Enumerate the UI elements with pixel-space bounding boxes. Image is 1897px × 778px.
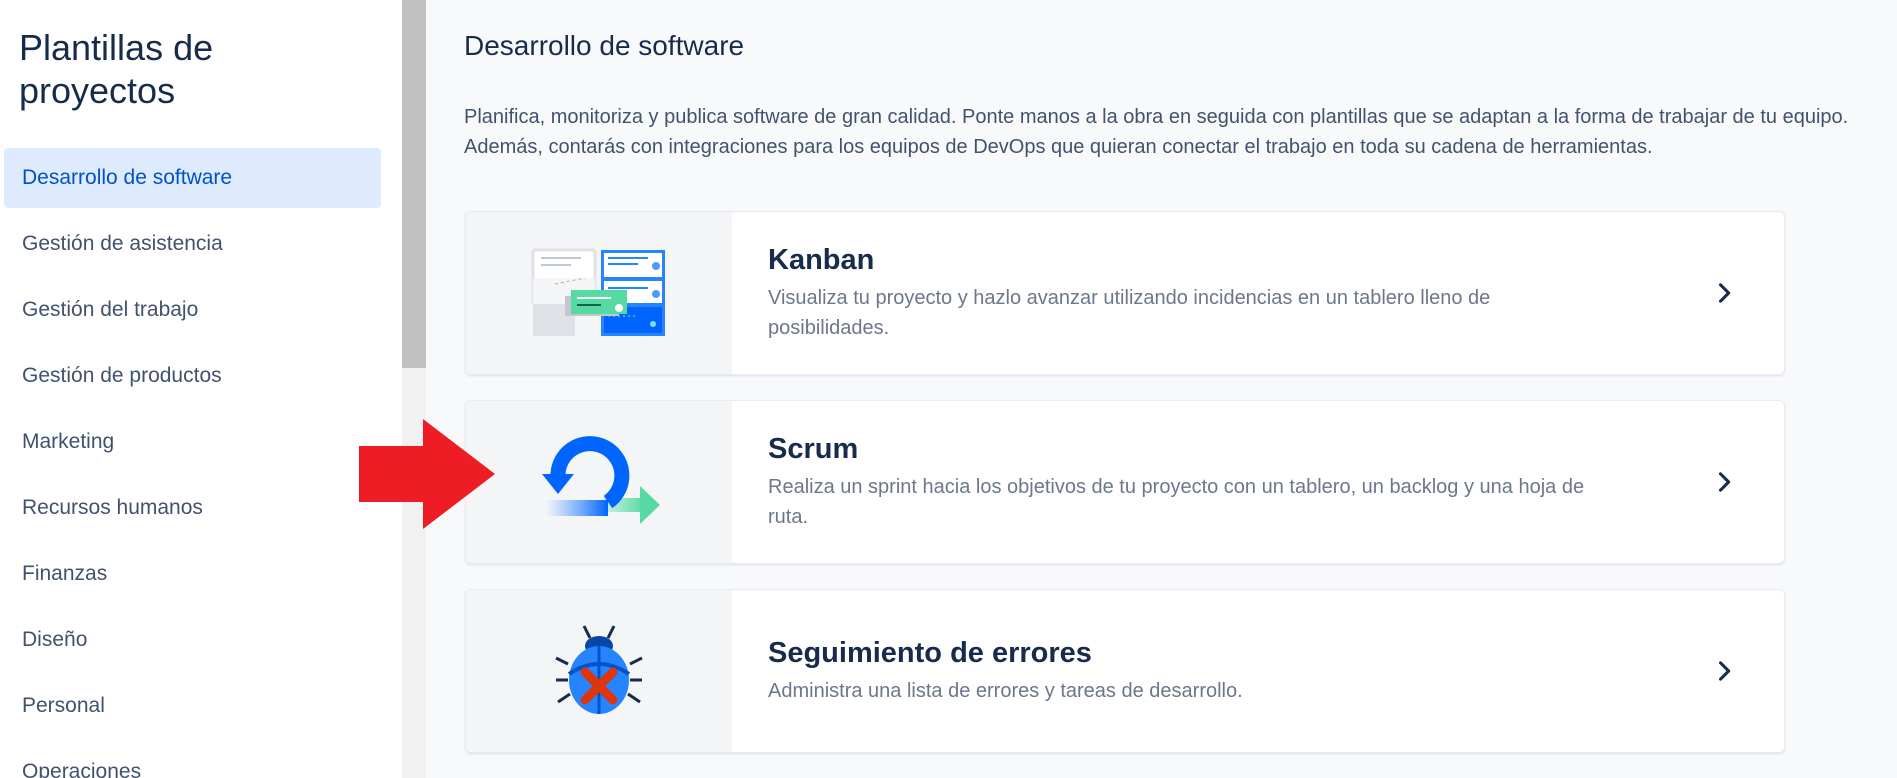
kanban-board-icon [531, 248, 665, 336]
card-title: Scrum [768, 432, 859, 465]
page-title: Desarrollo de software [464, 30, 745, 61]
card-description: Administra una lista de errores y tareas… [768, 679, 1243, 702]
template-card-scrum[interactable]: Scrum Realiza un sprint hacia los objeti… [465, 400, 1785, 564]
project-templates-page: Plantillas de proyectos Desarrollo de so… [0, 0, 1897, 778]
red-arrow-annotation-icon [359, 419, 495, 529]
bug-tracking-icon [555, 625, 643, 714]
card-body: Seguimiento de errores Administra una li… [768, 590, 1664, 752]
sidebar: Plantillas de proyectos Desarrollo de so… [0, 0, 402, 778]
page-description: Planifica, monitoriza y publica software… [464, 106, 1849, 158]
sidebar-item-finanzas[interactable]: Finanzas [4, 544, 381, 604]
sidebar-scrollbar[interactable] [402, 0, 426, 778]
sidebar-item-marketing[interactable]: Marketing [4, 412, 381, 472]
card-title: Seguimiento de errores [768, 636, 1092, 669]
card-title: Kanban [768, 243, 875, 276]
sidebar-item-recursos-humanos[interactable]: Recursos humanos [4, 478, 381, 538]
chevron-right-icon[interactable] [1710, 657, 1738, 685]
sidebar-item-gestion-de-productos[interactable]: Gestión de productos [4, 346, 381, 406]
scrum-cycle-icon [542, 436, 660, 524]
card-description: Realiza un sprint hacia los objetivos de… [768, 475, 1585, 528]
sidebar-item-personal[interactable]: Personal [4, 676, 381, 736]
chevron-right-icon[interactable] [1710, 279, 1738, 307]
sidebar-item-operaciones[interactable]: Operaciones [4, 742, 381, 778]
scrollbar-thumb[interactable] [402, 0, 426, 368]
main-content: Desarrollo de software Planifica, monito… [426, 0, 1897, 778]
template-card-kanban[interactable]: Kanban Visualiza tu proyecto y hazlo ava… [465, 211, 1785, 375]
template-card-seguimiento-de-errores[interactable]: Seguimiento de errores Administra una li… [465, 589, 1785, 753]
card-body: Scrum Realiza un sprint hacia los objeti… [768, 401, 1664, 563]
chevron-right-icon[interactable] [1710, 468, 1738, 496]
card-body: Kanban Visualiza tu proyecto y hazlo ava… [768, 212, 1664, 374]
sidebar-item-gestion-del-trabajo[interactable]: Gestión del trabajo [4, 280, 381, 340]
card-thumbnail [466, 212, 732, 374]
sidebar-item-diseno[interactable]: Diseño [4, 610, 381, 670]
card-thumbnail [466, 590, 732, 752]
sidebar-item-gestion-de-asistencia[interactable]: Gestión de asistencia [4, 214, 381, 274]
sidebar-nav: Desarrollo de software Gestión de asiste… [4, 148, 381, 778]
card-thumbnail [466, 401, 732, 563]
card-description: Visualiza tu proyecto y hazlo avanzar ut… [768, 286, 1491, 339]
sidebar-title: Plantillas de proyectos [19, 27, 214, 111]
sidebar-item-desarrollo-de-software[interactable]: Desarrollo de software [4, 148, 381, 208]
